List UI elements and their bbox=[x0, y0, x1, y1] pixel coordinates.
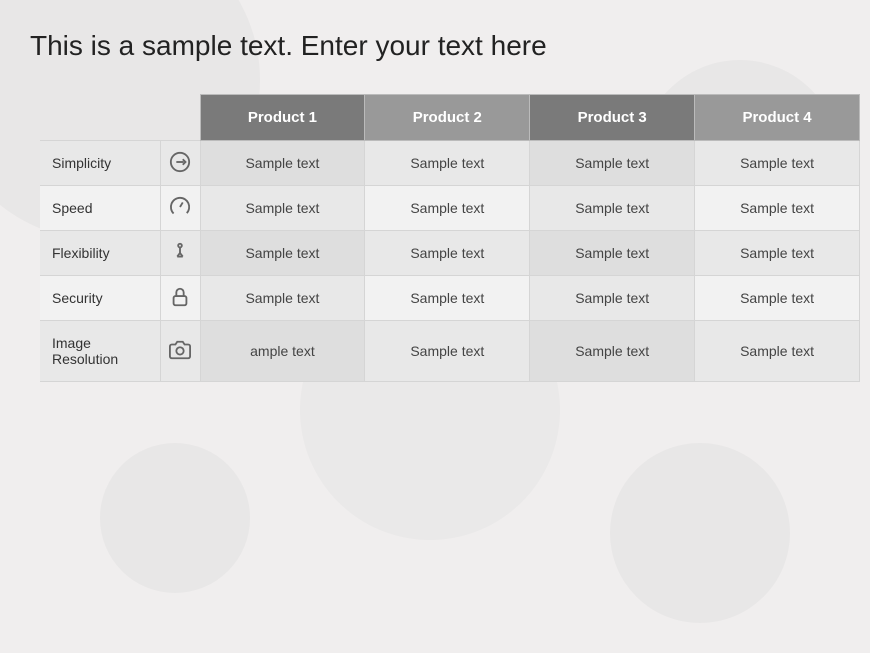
table-row: SecuritySample textSample textSample tex… bbox=[40, 276, 860, 321]
header-empty-icon bbox=[160, 95, 200, 141]
row-icon-simplicity bbox=[160, 141, 200, 186]
row-label-flexibility: Flexibility bbox=[40, 231, 160, 276]
comparison-table-wrapper: Product 1 Product 2 Product 3 Product 4 … bbox=[40, 94, 840, 382]
cell-security-product2: Sample text bbox=[365, 276, 530, 321]
comparison-table: Product 1 Product 2 Product 3 Product 4 … bbox=[40, 94, 860, 382]
row-icon-camera bbox=[160, 321, 200, 382]
cell-flexibility-product4: Sample text bbox=[695, 231, 860, 276]
row-label-simplicity: Simplicity bbox=[40, 141, 160, 186]
cell-flexibility-product2: Sample text bbox=[365, 231, 530, 276]
table-row: Image Resolutionample textSample textSam… bbox=[40, 321, 860, 382]
cell-simplicity-product2: Sample text bbox=[365, 141, 530, 186]
header-product3: Product 3 bbox=[530, 95, 695, 141]
cell-simplicity-product1: Sample text bbox=[200, 141, 365, 186]
cell-speed-product4: Sample text bbox=[695, 186, 860, 231]
page-content: This is a sample text. Enter your text h… bbox=[0, 0, 870, 402]
row-label-speed: Speed bbox=[40, 186, 160, 231]
cell-camera-product3: Sample text bbox=[530, 321, 695, 382]
table-row: SimplicitySample textSample textSample t… bbox=[40, 141, 860, 186]
cell-security-product4: Sample text bbox=[695, 276, 860, 321]
cell-simplicity-product4: Sample text bbox=[695, 141, 860, 186]
table-row: SpeedSample textSample textSample textSa… bbox=[40, 186, 860, 231]
cell-speed-product2: Sample text bbox=[365, 186, 530, 231]
row-label-security: Security bbox=[40, 276, 160, 321]
cell-flexibility-product3: Sample text bbox=[530, 231, 695, 276]
cell-flexibility-product1: Sample text bbox=[200, 231, 365, 276]
header-empty-label bbox=[40, 95, 160, 141]
cell-speed-product3: Sample text bbox=[530, 186, 695, 231]
page-title: This is a sample text. Enter your text h… bbox=[30, 30, 840, 62]
header-product4: Product 4 bbox=[695, 95, 860, 141]
cell-security-product1: Sample text bbox=[200, 276, 365, 321]
cell-camera-product1: ample text bbox=[200, 321, 365, 382]
row-label-camera: Image Resolution bbox=[40, 321, 160, 382]
cell-camera-product4: Sample text bbox=[695, 321, 860, 382]
cell-camera-product2: Sample text bbox=[365, 321, 530, 382]
cell-security-product3: Sample text bbox=[530, 276, 695, 321]
header-product1: Product 1 bbox=[200, 95, 365, 141]
row-icon-security bbox=[160, 276, 200, 321]
row-icon-flexibility bbox=[160, 231, 200, 276]
header-product2: Product 2 bbox=[365, 95, 530, 141]
table-row: FlexibilitySample textSample textSample … bbox=[40, 231, 860, 276]
table-header-row: Product 1 Product 2 Product 3 Product 4 bbox=[40, 95, 860, 141]
cell-speed-product1: Sample text bbox=[200, 186, 365, 231]
row-icon-speed bbox=[160, 186, 200, 231]
cell-simplicity-product3: Sample text bbox=[530, 141, 695, 186]
